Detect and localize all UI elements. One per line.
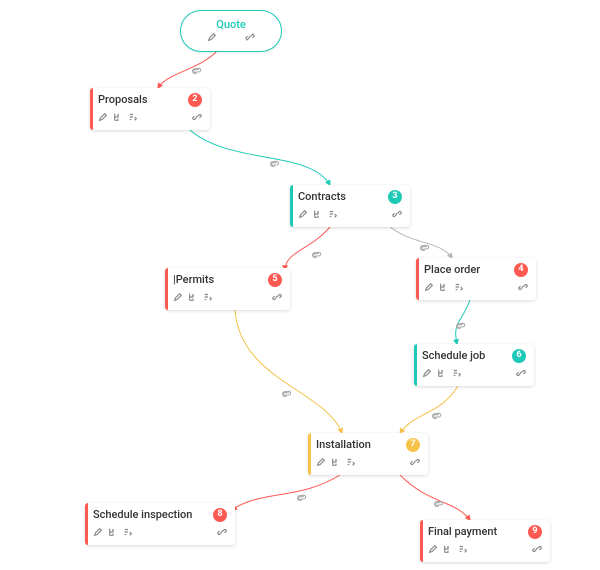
- edge-permits-install: [235, 310, 342, 433]
- edge-proposals-contracts: [190, 130, 330, 185]
- attachment-icon[interactable]: [292, 490, 308, 506]
- attachment-icon[interactable]: [429, 496, 445, 512]
- node-title: Proposals: [98, 93, 148, 106]
- assign-icon[interactable]: [328, 209, 338, 222]
- link-icon[interactable]: [516, 368, 526, 381]
- node-schedjob[interactable]: Schedule job 6: [414, 344, 534, 386]
- node-accent: [165, 268, 168, 310]
- node-accent: [414, 344, 417, 386]
- branch-icon[interactable]: [331, 457, 341, 470]
- attachment-icon[interactable]: [307, 247, 323, 263]
- node-accent: [308, 433, 311, 475]
- edge-schedjob-install: [400, 386, 458, 433]
- assign-icon[interactable]: [458, 544, 468, 557]
- node-badge: 2: [188, 93, 202, 107]
- node-badge: 7: [406, 438, 420, 452]
- node-accent: [90, 88, 93, 130]
- assign-icon[interactable]: [128, 112, 138, 125]
- node-title: Quote: [216, 18, 246, 31]
- edge-quote-proposals: [158, 50, 218, 88]
- branch-icon[interactable]: [437, 368, 447, 381]
- edge-contracts-permits: [285, 227, 330, 270]
- attachment-icon[interactable]: [187, 63, 203, 79]
- node-accent: [85, 503, 88, 545]
- branch-icon[interactable]: [113, 112, 123, 125]
- edit-icon[interactable]: [207, 32, 217, 45]
- node-badge: 9: [528, 525, 542, 539]
- node-title: Contracts: [298, 190, 346, 203]
- attachment-icon[interactable]: [427, 408, 443, 424]
- node-install[interactable]: Installation 7: [308, 433, 428, 475]
- attachment-icon[interactable]: [265, 156, 281, 172]
- assign-icon[interactable]: [452, 368, 462, 381]
- edit-icon[interactable]: [316, 457, 326, 470]
- node-accent: [290, 185, 293, 227]
- attachment-icon[interactable]: [451, 318, 467, 334]
- branch-icon[interactable]: [313, 209, 323, 222]
- node-schedinsp[interactable]: Schedule inspection 8: [85, 503, 235, 545]
- node-title: |Permits: [173, 273, 214, 286]
- link-icon[interactable]: [272, 292, 282, 305]
- node-badge: 4: [514, 263, 528, 277]
- branch-icon[interactable]: [108, 527, 118, 540]
- node-permits[interactable]: |Permits 5: [165, 268, 290, 310]
- assign-icon[interactable]: [346, 457, 356, 470]
- node-title: Schedule job: [422, 349, 485, 362]
- link-icon[interactable]: [192, 112, 202, 125]
- node-title: Place order: [424, 263, 480, 276]
- assign-icon[interactable]: [123, 527, 133, 540]
- link-icon[interactable]: [245, 32, 255, 45]
- workflow-canvas[interactable]: Quote Proposals 2 Contracts 3 |Permits 5 Place…: [0, 0, 600, 570]
- node-title: Installation: [316, 438, 371, 451]
- edit-icon[interactable]: [173, 292, 183, 305]
- node-title: Final payment: [428, 525, 497, 538]
- edit-icon[interactable]: [428, 544, 438, 557]
- branch-icon[interactable]: [188, 292, 198, 305]
- link-icon[interactable]: [410, 457, 420, 470]
- node-badge: 3: [388, 190, 402, 204]
- node-contracts[interactable]: Contracts 3: [290, 185, 410, 227]
- node-accent: [420, 520, 423, 562]
- node-accent: [416, 258, 419, 300]
- edit-icon[interactable]: [424, 282, 434, 295]
- edge-install-schedinsp: [232, 475, 340, 510]
- edit-icon[interactable]: [98, 112, 108, 125]
- attachment-icon[interactable]: [277, 386, 293, 402]
- branch-icon[interactable]: [439, 282, 449, 295]
- link-icon[interactable]: [532, 544, 542, 557]
- edit-icon[interactable]: [93, 527, 103, 540]
- link-icon[interactable]: [217, 527, 227, 540]
- edit-icon[interactable]: [422, 368, 432, 381]
- assign-icon[interactable]: [203, 292, 213, 305]
- node-quote[interactable]: Quote: [180, 10, 282, 52]
- node-badge: 5: [268, 273, 282, 287]
- node-finalpay[interactable]: Final payment 9: [420, 520, 550, 562]
- edit-icon[interactable]: [298, 209, 308, 222]
- attachment-icon[interactable]: [415, 240, 431, 256]
- node-placeorder[interactable]: Place order 4: [416, 258, 536, 300]
- link-icon[interactable]: [392, 209, 402, 222]
- node-title: Schedule inspection: [93, 508, 192, 521]
- node-badge: 6: [512, 349, 526, 363]
- assign-icon[interactable]: [454, 282, 464, 295]
- node-proposals[interactable]: Proposals 2: [90, 88, 210, 130]
- link-icon[interactable]: [518, 282, 528, 295]
- branch-icon[interactable]: [443, 544, 453, 557]
- node-badge: 8: [213, 508, 227, 522]
